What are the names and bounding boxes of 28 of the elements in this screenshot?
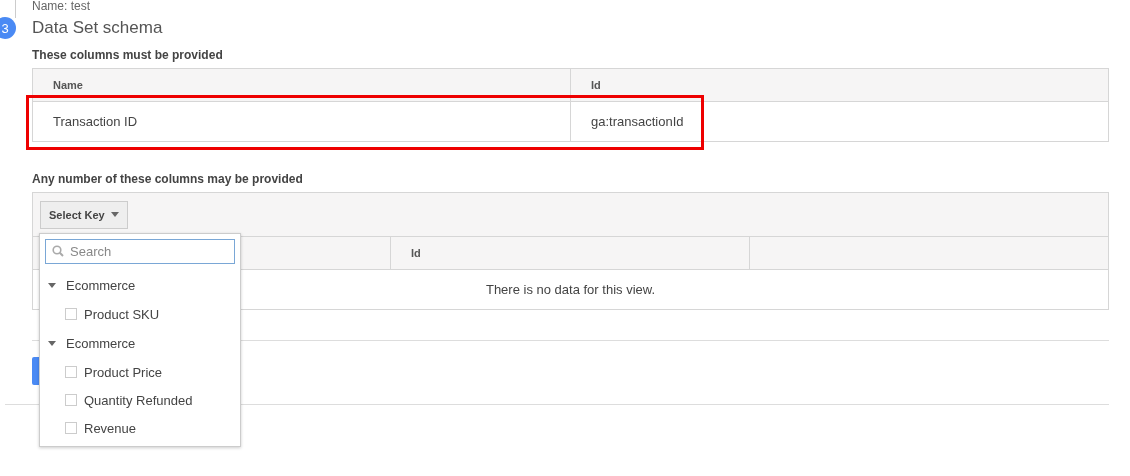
checkbox[interactable] bbox=[65, 422, 77, 434]
key-option[interactable]: Quantity Refunded bbox=[40, 386, 240, 414]
column-header: Id bbox=[570, 69, 1108, 101]
column-header: Id bbox=[390, 237, 749, 269]
step-title: Data Set schema bbox=[32, 18, 163, 38]
section-heading: Any number of these columns may be provided bbox=[32, 172, 304, 186]
checkbox[interactable] bbox=[65, 366, 77, 378]
key-option[interactable]: Product Price bbox=[40, 358, 240, 386]
select-key-button[interactable]: Select Key bbox=[40, 200, 128, 229]
search-icon bbox=[52, 245, 64, 257]
checkbox[interactable] bbox=[65, 308, 77, 320]
caret-icon bbox=[48, 282, 56, 288]
checkbox[interactable] bbox=[65, 394, 77, 406]
empty-message: There is no data for this view. bbox=[485, 282, 656, 297]
key-option[interactable]: Product SKU bbox=[40, 300, 240, 328]
group-toggle[interactable]: Ecommerce bbox=[40, 328, 240, 358]
previous-step-text: Name: test bbox=[32, 0, 92, 13]
step-number: 3 bbox=[0, 17, 16, 39]
group-label: Ecommerce bbox=[66, 277, 136, 293]
key-option[interactable]: Revenue bbox=[40, 414, 240, 442]
column-header: Name bbox=[52, 78, 84, 93]
search-field[interactable]: Search bbox=[45, 239, 235, 264]
section-heading: These columns must be provided bbox=[32, 48, 224, 62]
group-toggle[interactable]: Ecommerce bbox=[40, 270, 240, 300]
group-label: Ecommerce bbox=[66, 335, 136, 351]
caret-icon bbox=[110, 212, 119, 217]
table-cell-text: Transaction ID bbox=[52, 113, 139, 131]
table-cell: ga:transactionId bbox=[570, 102, 1108, 141]
